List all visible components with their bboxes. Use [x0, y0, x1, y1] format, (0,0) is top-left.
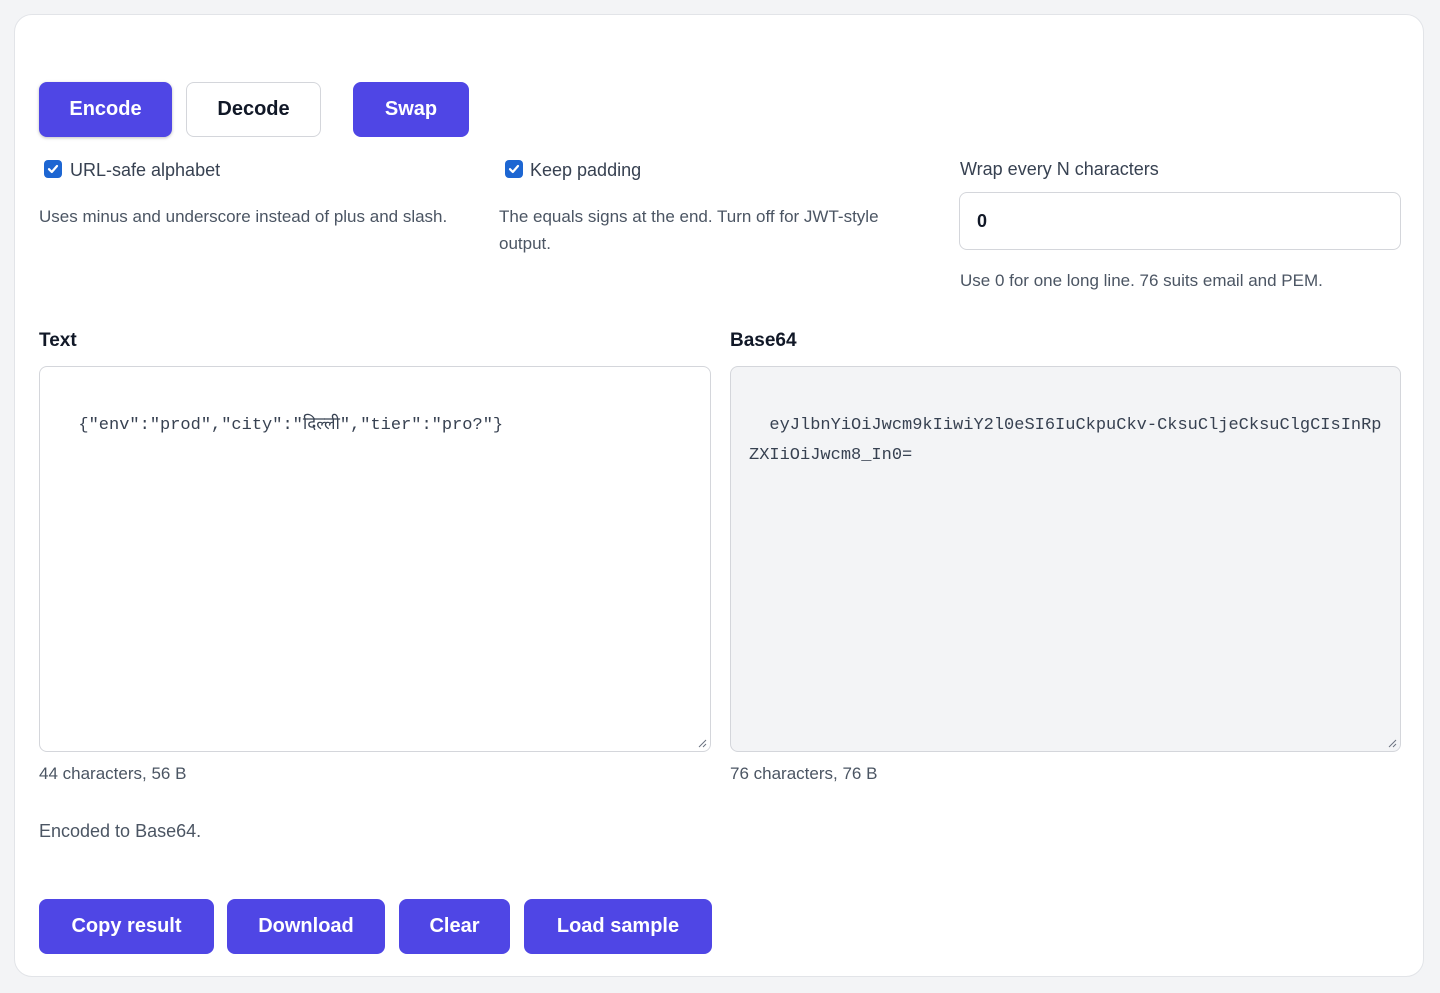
- resize-handle-icon[interactable]: [697, 738, 707, 748]
- resize-handle-icon[interactable]: [1387, 738, 1397, 748]
- base64-output-value: eyJlbnYiOiJwcm9kIiwiY2l0eSI6IuCkpuCkv-Ck…: [749, 416, 1382, 465]
- base64-stats: 76 characters, 76 B: [730, 764, 878, 783]
- keep-padding-label[interactable]: Keep padding: [530, 160, 641, 181]
- clear-button[interactable]: Clear: [399, 899, 510, 954]
- wrap-input[interactable]: 0: [959, 192, 1401, 250]
- base64-output[interactable]: eyJlbnYiOiJwcm9kIiwiY2l0eSI6IuCkpuCkv-Ck…: [730, 366, 1401, 752]
- download-button[interactable]: Download: [227, 899, 385, 954]
- text-panel-label: Text: [39, 330, 77, 351]
- load-sample-button[interactable]: Load sample: [524, 899, 712, 954]
- text-input[interactable]: {"env":"prod","city":"दिल्ली","tier":"pr…: [39, 366, 711, 752]
- wrap-hint: Use 0 for one long line. 76 suits email …: [960, 271, 1323, 290]
- base64-panel-label: Base64: [730, 330, 797, 351]
- url-safe-label[interactable]: URL-safe alphabet: [70, 160, 220, 181]
- url-safe-checkbox[interactable]: [44, 160, 62, 178]
- text-input-value: {"env":"prod","city":"दिल्ली","tier":"pr…: [78, 416, 504, 435]
- decode-button[interactable]: Decode: [186, 82, 321, 137]
- status-message: Encoded to Base64.: [39, 821, 202, 841]
- encode-button[interactable]: Encode: [39, 82, 172, 137]
- swap-button[interactable]: Swap: [353, 82, 469, 137]
- copy-result-button[interactable]: Copy result: [39, 899, 214, 954]
- checkmark-icon: [508, 164, 520, 174]
- url-safe-hint: Uses minus and underscore instead of plu…: [39, 207, 448, 226]
- keep-padding-hint: The equals signs at the end. Turn off fo…: [499, 207, 879, 253]
- keep-padding-checkbox[interactable]: [505, 160, 523, 178]
- wrap-label: Wrap every N characters: [960, 159, 1159, 179]
- checkmark-icon: [47, 164, 59, 174]
- text-stats: 44 characters, 56 B: [39, 764, 187, 783]
